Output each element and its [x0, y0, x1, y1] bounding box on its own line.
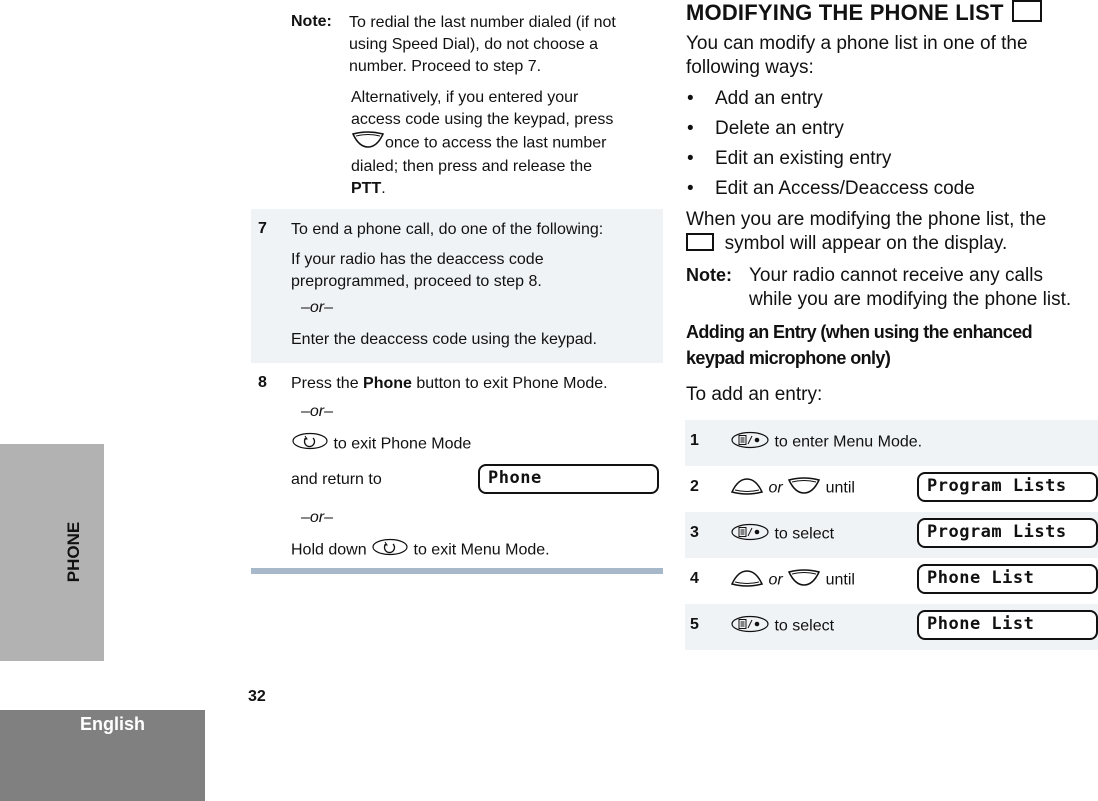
step-text: preprogrammed, proceed to step 8.	[291, 273, 542, 290]
bullet-icon: •	[687, 178, 694, 199]
bullet-icon: •	[687, 148, 694, 169]
step-text: Enter the deaccess code using the keypad…	[291, 331, 597, 348]
step-text: Press the Phone button to exit Phone Mod…	[291, 375, 608, 392]
step-number: 5	[690, 616, 699, 633]
display-program-lists: Program Lists	[917, 518, 1098, 548]
note-alt-line: PTT.	[351, 180, 386, 197]
step-text: and return to	[291, 471, 382, 488]
up-arrow-button-icon	[730, 477, 764, 500]
section-tab	[0, 444, 104, 661]
home-exit-button-icon	[371, 538, 409, 563]
note-line: number. Proceed to step 7.	[349, 58, 542, 75]
down-arrow-button-icon	[351, 131, 385, 156]
note-alt-line: once to access the last number	[351, 131, 613, 156]
note-label: Note:	[291, 13, 332, 30]
note-alt-line: access code using the keypad, press	[351, 111, 614, 128]
or-separator: –or–	[301, 403, 334, 420]
lead-text: To add an entry:	[686, 384, 823, 405]
page-title: MODIFYING THE PHONE LIST	[686, 0, 1042, 26]
note-line: using Speed Dial), do not choose a	[349, 36, 599, 53]
edit-mode-symbol-icon	[1011, 0, 1042, 22]
bullet-icon: •	[687, 88, 694, 109]
step-number: 2	[690, 478, 699, 495]
note-alternative: Alternatively, if you entered your acces…	[351, 87, 613, 200]
bullet-icon: •	[687, 118, 694, 139]
step-text: to enter Menu Mode.	[730, 431, 922, 454]
step-number: 1	[690, 432, 699, 449]
language-tab-label: English	[80, 714, 146, 734]
step-text: If your radio has the deaccess code	[291, 251, 544, 268]
step-text: Hold down to exit Menu Mode.	[291, 538, 550, 563]
step-number: 8	[258, 374, 267, 391]
step-text: to select	[730, 615, 834, 638]
list-item: Delete an entry	[715, 118, 844, 139]
list-item: Edit an Access/Deaccess code	[715, 178, 975, 199]
section-divider	[251, 568, 663, 574]
or-separator: –or–	[301, 299, 334, 316]
edit-mode-symbol-icon	[686, 233, 714, 251]
down-arrow-button-icon	[787, 477, 821, 500]
step-text: to exit Phone Mode	[291, 432, 471, 457]
note-text: Your radio cannot receive any calls whil…	[749, 265, 1072, 310]
display-program-lists: Program Lists	[917, 472, 1098, 502]
menu-select-button-icon	[730, 615, 770, 638]
menu-select-button-icon	[730, 431, 770, 454]
display-phone: Phone	[478, 464, 659, 494]
display-phone-list: Phone List	[917, 610, 1098, 640]
section-tab-label: PHONE	[64, 521, 83, 583]
step-text: to select	[730, 523, 834, 546]
note-text: To redial the last number dialed (if not…	[349, 12, 616, 78]
menu-select-button-icon	[730, 523, 770, 546]
section-subheading: Adding an Entry (when using the enhanced…	[686, 322, 1033, 368]
down-arrow-button-icon	[787, 569, 821, 592]
symbol-description: When you are modifying the phone list, t…	[686, 209, 1047, 254]
up-arrow-button-icon	[730, 569, 764, 592]
list-item: Add an entry	[715, 88, 823, 109]
display-phone-list: Phone List	[917, 564, 1098, 594]
step-text: or until	[730, 569, 855, 592]
step-number: 7	[258, 220, 267, 237]
intro-text: You can modify a phone list in one of th…	[686, 33, 1028, 78]
step-text: To end a phone call, do one of the follo…	[291, 221, 604, 238]
step-number: 4	[690, 570, 699, 587]
page-number: 32	[248, 688, 266, 705]
note-alt-line: Alternatively, if you entered your	[351, 89, 579, 106]
step-number: 3	[690, 524, 699, 541]
list-item: Edit an existing entry	[715, 148, 892, 169]
note-label: Note:	[686, 265, 732, 285]
note-line: To redial the last number dialed (if not	[349, 14, 616, 31]
or-separator: –or–	[301, 509, 334, 526]
home-exit-button-icon	[291, 432, 329, 457]
step-text: or until	[730, 477, 855, 500]
note-alt-line: dialed; then press and release the	[351, 158, 593, 175]
